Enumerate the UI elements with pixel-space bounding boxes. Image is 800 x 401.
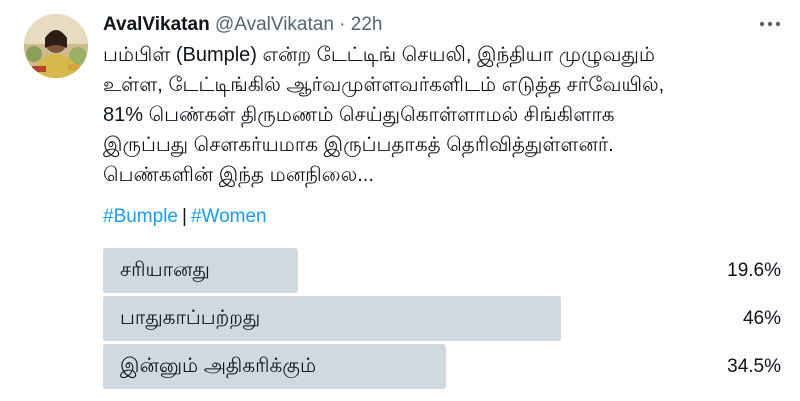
poll-option: இன்னும் அதிகரிக்கும் 34.5% xyxy=(103,344,786,389)
more-dots-icon xyxy=(759,21,781,27)
tweet-text-line: இருப்பது சௌகர்யமாக இருப்பதாகத் தெரிவித்த… xyxy=(103,134,614,156)
author-name[interactable]: AvalVikatan xyxy=(103,14,210,35)
header-separator: · xyxy=(339,14,346,35)
poll-option-label: பாதுகாப்பற்றது xyxy=(120,307,261,329)
hashtag-separator: | xyxy=(182,206,187,227)
hashtag-bumple[interactable]: #Bumple xyxy=(103,206,178,227)
tweet-header: AvalVikatan @AvalVikatan · 22h xyxy=(103,12,382,38)
poll-option-label: சரியானது xyxy=(120,259,210,281)
hashtag-women[interactable]: #Women xyxy=(191,206,267,227)
poll-option: பாதுகாப்பற்றது 46% xyxy=(103,296,786,341)
tweet-text-line: 81% பெண்கள் திருமணம் செய்துகொள்ளாமல் சிங… xyxy=(103,104,615,126)
tweet-text-line: உள்ள, டேட்டிங்கில் ஆர்வமுள்ளவர்களிடம் எட… xyxy=(103,74,665,96)
poll: சரியானது 19.6% பாதுகாப்பற்றது 46% இன்னும… xyxy=(103,248,786,392)
poll-option: சரியானது 19.6% xyxy=(103,248,786,293)
tweet-text-line: பம்பிள் (Bumple) என்ற டேட்டிங் செயலி, இந… xyxy=(103,44,655,66)
hashtags: #Bumple | #Women xyxy=(103,204,267,230)
more-options-button[interactable] xyxy=(755,12,785,36)
tweet-text: பம்பிள் (Bumple) என்ற டேட்டிங் செயலி, இந… xyxy=(103,40,783,190)
poll-option-percent: 34.5% xyxy=(727,356,781,377)
poll-option-percent: 46% xyxy=(742,308,781,329)
avatar[interactable] xyxy=(24,14,88,78)
avatar-image xyxy=(24,14,88,78)
poll-option-percent: 19.6% xyxy=(727,260,781,281)
author-handle[interactable]: @AvalVikatan xyxy=(215,14,334,35)
poll-option-label: இன்னும் அதிகரிக்கும் xyxy=(120,355,317,377)
tweet-text-line: பெண்களின் இந்த மனநிலை... xyxy=(103,164,374,186)
tweet-time[interactable]: 22h xyxy=(351,14,383,35)
